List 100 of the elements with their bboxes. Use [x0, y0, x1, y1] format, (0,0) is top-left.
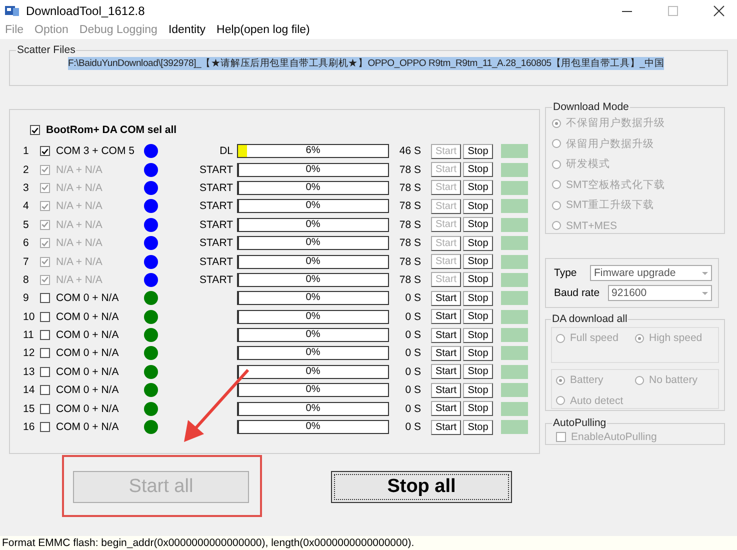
progress-text: 0% [304, 347, 322, 360]
stop-button[interactable]: Stop [463, 382, 493, 398]
stop-button[interactable]: Stop [463, 420, 493, 435]
row-number: 1 [23, 145, 30, 158]
progress-text: 0% [304, 237, 322, 250]
status-label: START [200, 182, 233, 194]
port-label: COM 0 + N/A [56, 366, 120, 378]
progress-text: 6% [304, 145, 322, 158]
row-number: 12 [23, 347, 36, 360]
stop-button[interactable]: Stop [463, 309, 493, 324]
stop-button[interactable]: Stop [463, 328, 493, 343]
menu-item[interactable]: Identity [168, 24, 206, 36]
progress-text: 0% [304, 310, 322, 323]
port-label: COM 3 + COM 5 [56, 145, 136, 158]
result-indicator [501, 218, 528, 232]
start-button[interactable]: Start [431, 382, 461, 398]
row-number: 7 [23, 256, 30, 268]
row-number: 13 [23, 366, 36, 378]
checkbox[interactable] [40, 312, 50, 322]
row-number: 6 [23, 237, 30, 250]
elapsed-time: 0 S [404, 421, 421, 434]
radio-label: Battery [570, 374, 604, 386]
radio-label: SMT空板格式化下载 [566, 178, 666, 192]
status-label: START [200, 274, 233, 286]
action-button[interactable]: Stop all [331, 471, 512, 503]
port-label: COM 0 + N/A [56, 329, 120, 342]
elapsed-time: 0 S [404, 402, 421, 415]
group-title: Scatter Files [16, 44, 76, 56]
port-label: N/A + N/A [56, 274, 104, 286]
radio-label: SMT重工升级下载 [566, 198, 654, 212]
stop-button[interactable]: Stop [463, 346, 493, 361]
port-label: N/A + N/A [56, 218, 104, 231]
elapsed-time: 78 S [398, 237, 421, 250]
elapsed-time: 78 S [398, 182, 421, 194]
port-label: N/A + N/A [56, 164, 104, 176]
checkbox[interactable] [30, 125, 40, 135]
close-icon[interactable] [713, 4, 725, 16]
radio-label: Full speed [570, 332, 618, 344]
stop-button[interactable]: Stop [463, 144, 493, 159]
checkbox[interactable] [40, 293, 50, 304]
start-button[interactable]: Start [431, 401, 461, 416]
radio-label: SMT+MES [566, 220, 618, 232]
radio-label: 研发模式 [566, 157, 610, 172]
port-label: COM 0 + N/A [56, 347, 120, 360]
start-button[interactable]: Start [431, 420, 461, 435]
status-label: DL [220, 145, 233, 158]
port-label: COM 0 + N/A [56, 292, 120, 304]
progress-text: 0% [304, 274, 322, 286]
progress-text: 0% [304, 164, 322, 176]
checkbox[interactable] [40, 366, 50, 377]
result-indicator [501, 180, 528, 195]
row-number: 8 [23, 274, 30, 286]
start-button[interactable]: Start [431, 309, 461, 324]
checkbox-label: EnableAutoPulling [571, 431, 657, 443]
result-indicator [501, 346, 528, 360]
checkbox[interactable] [40, 146, 50, 156]
status-label: START [200, 164, 233, 176]
port-label: COM 0 + N/A [56, 421, 120, 434]
stop-button[interactable]: Stop [463, 364, 493, 380]
elapsed-time: 46 S [398, 145, 421, 158]
elapsed-time: 78 S [398, 218, 421, 231]
radio-label: 不保留用户数据升级 [566, 116, 665, 130]
menu-item[interactable]: Help(open log file) [216, 24, 310, 36]
port-label: N/A + N/A [56, 256, 104, 268]
port-label: N/A + N/A [56, 237, 104, 250]
file-path-field[interactable]: F:\BaiduYunDownload\[392978]_【★请解压后用包里自带工具刷机★】OPPO_OPPO R9tm_R9tm_11_A.28_160805【用包里自带工具】_中国 [68, 57, 664, 70]
result-indicator [501, 162, 528, 177]
checkbox[interactable] [40, 385, 50, 396]
stop-button[interactable]: Stop [463, 290, 493, 306]
result-indicator [501, 402, 528, 416]
result-indicator [501, 364, 528, 379]
start-button[interactable]: Start [431, 364, 461, 380]
row-number: 10 [23, 310, 36, 323]
maximize-icon[interactable] [667, 4, 679, 16]
result-indicator [501, 272, 528, 287]
result-indicator [501, 291, 528, 306]
checkbox[interactable] [40, 404, 50, 414]
row-number: 3 [23, 182, 30, 194]
checkbox[interactable] [40, 330, 50, 340]
result-indicator [501, 420, 528, 434]
start-button[interactable]: Start [431, 346, 461, 361]
port-label: COM 0 + N/A [56, 310, 120, 323]
result-indicator [501, 199, 528, 214]
checkbox[interactable] [40, 348, 50, 358]
radio-label: High speed [649, 332, 702, 344]
result-indicator [501, 383, 528, 398]
row-number: 9 [23, 292, 30, 304]
progress-text: 0% [304, 292, 322, 304]
stop-button[interactable]: Stop [463, 401, 493, 416]
checkbox[interactable] [40, 422, 50, 432]
dropdown[interactable]: 921600 [608, 285, 712, 301]
start-button[interactable]: Start [431, 328, 461, 343]
result-indicator [501, 310, 528, 324]
dropdown[interactable]: Fimware upgrade [590, 265, 712, 281]
group-title: AutoPulling [552, 417, 608, 429]
row-number: 16 [23, 421, 36, 434]
status-label: START [200, 237, 233, 250]
elapsed-time: 0 S [404, 366, 421, 378]
progress-text: 0% [304, 218, 322, 231]
start-button[interactable]: Start [431, 290, 461, 306]
